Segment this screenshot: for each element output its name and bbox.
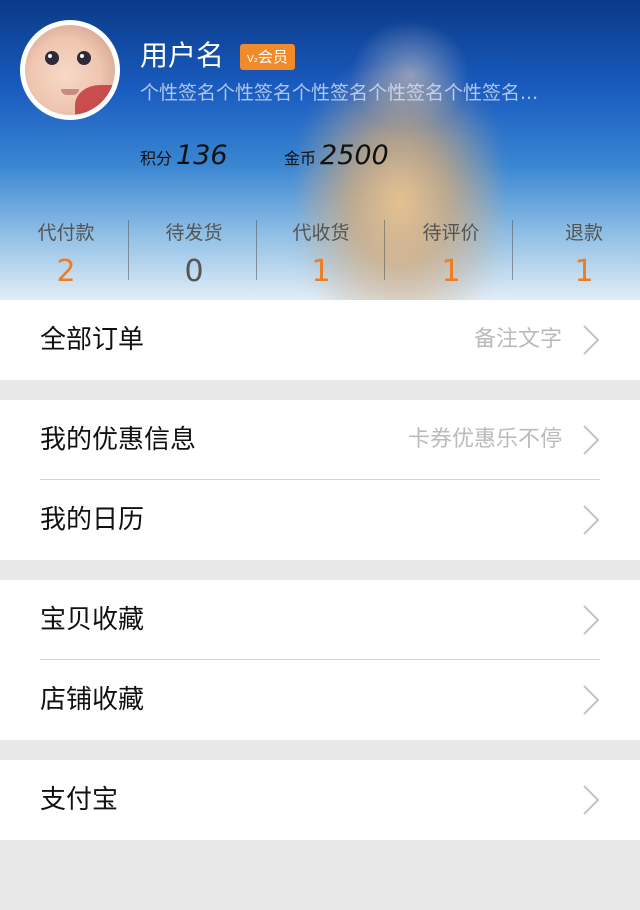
status-count: 1: [441, 254, 461, 289]
order-status-pending-payment[interactable]: 代付款 2: [2, 200, 130, 300]
status-count: 2: [56, 254, 76, 289]
profile-header: 用户名 V₂会员 个性签名个性签名个性签名个性签名个性签名... 积分 136 金…: [0, 0, 640, 300]
divider: [128, 220, 129, 280]
order-status-to-ship[interactable]: 待发货 0: [130, 200, 258, 300]
username: 用户名: [140, 39, 225, 72]
coins-stat[interactable]: 金币 2500: [284, 138, 389, 177]
status-count: 1: [574, 254, 594, 289]
avatar-image: [25, 25, 115, 115]
orders-section: 全部订单 备注文字: [0, 300, 640, 380]
order-status-bar: 代付款 2 待发货 0 代收货 1 待评价 1 退款 1: [0, 200, 640, 300]
vip-badge[interactable]: V₂会员: [240, 44, 295, 70]
row-note: 卡券优惠乐不停: [407, 427, 562, 452]
row-title: 宝贝收藏: [40, 605, 145, 635]
divider: [512, 220, 513, 280]
order-status-to-receive[interactable]: 代收货 1: [257, 200, 385, 300]
coins-value: 2500: [320, 140, 389, 171]
offers-section: 我的优惠信息 卡券优惠乐不停 我的日历: [0, 400, 640, 560]
row-title: 支付宝: [40, 785, 119, 815]
chevron-right-icon: [583, 425, 600, 455]
signature: 个性签名个性签名个性签名个性签名个性签名...: [140, 82, 539, 104]
chevron-right-icon: [583, 505, 600, 535]
favorite-shops-row[interactable]: 店铺收藏: [0, 660, 640, 740]
points-value: 136: [176, 140, 228, 171]
all-orders-row[interactable]: 全部订单 备注文字: [0, 300, 640, 380]
row-note: 备注文字: [473, 327, 562, 352]
row-title: 店铺收藏: [40, 685, 145, 715]
row-title: 我的日历: [40, 505, 145, 535]
order-status-to-review[interactable]: 待评价 1: [387, 200, 515, 300]
chevron-right-icon: [583, 785, 600, 815]
alipay-row[interactable]: 支付宝: [0, 760, 640, 840]
status-count: 0: [184, 254, 204, 289]
chevron-right-icon: [583, 325, 600, 355]
order-status-refund[interactable]: 退款 1: [520, 200, 640, 300]
points-label: 积分: [140, 149, 173, 168]
favorite-items-row[interactable]: 宝贝收藏: [0, 580, 640, 660]
row-title: 我的优惠信息: [40, 425, 197, 455]
chevron-right-icon: [583, 605, 600, 635]
chevron-right-icon: [583, 685, 600, 715]
row-title: 全部订单: [40, 325, 145, 355]
my-calendar-row[interactable]: 我的日历: [0, 480, 640, 560]
favorites-section: 宝贝收藏 店铺收藏: [0, 580, 640, 740]
avatar[interactable]: [20, 20, 120, 120]
my-offers-row[interactable]: 我的优惠信息 卡券优惠乐不停: [0, 400, 640, 480]
coins-label: 金币: [284, 149, 317, 168]
points-stat[interactable]: 积分 136: [140, 138, 228, 177]
payment-section: 支付宝: [0, 760, 640, 840]
status-count: 1: [311, 254, 331, 289]
divider: [384, 220, 385, 280]
